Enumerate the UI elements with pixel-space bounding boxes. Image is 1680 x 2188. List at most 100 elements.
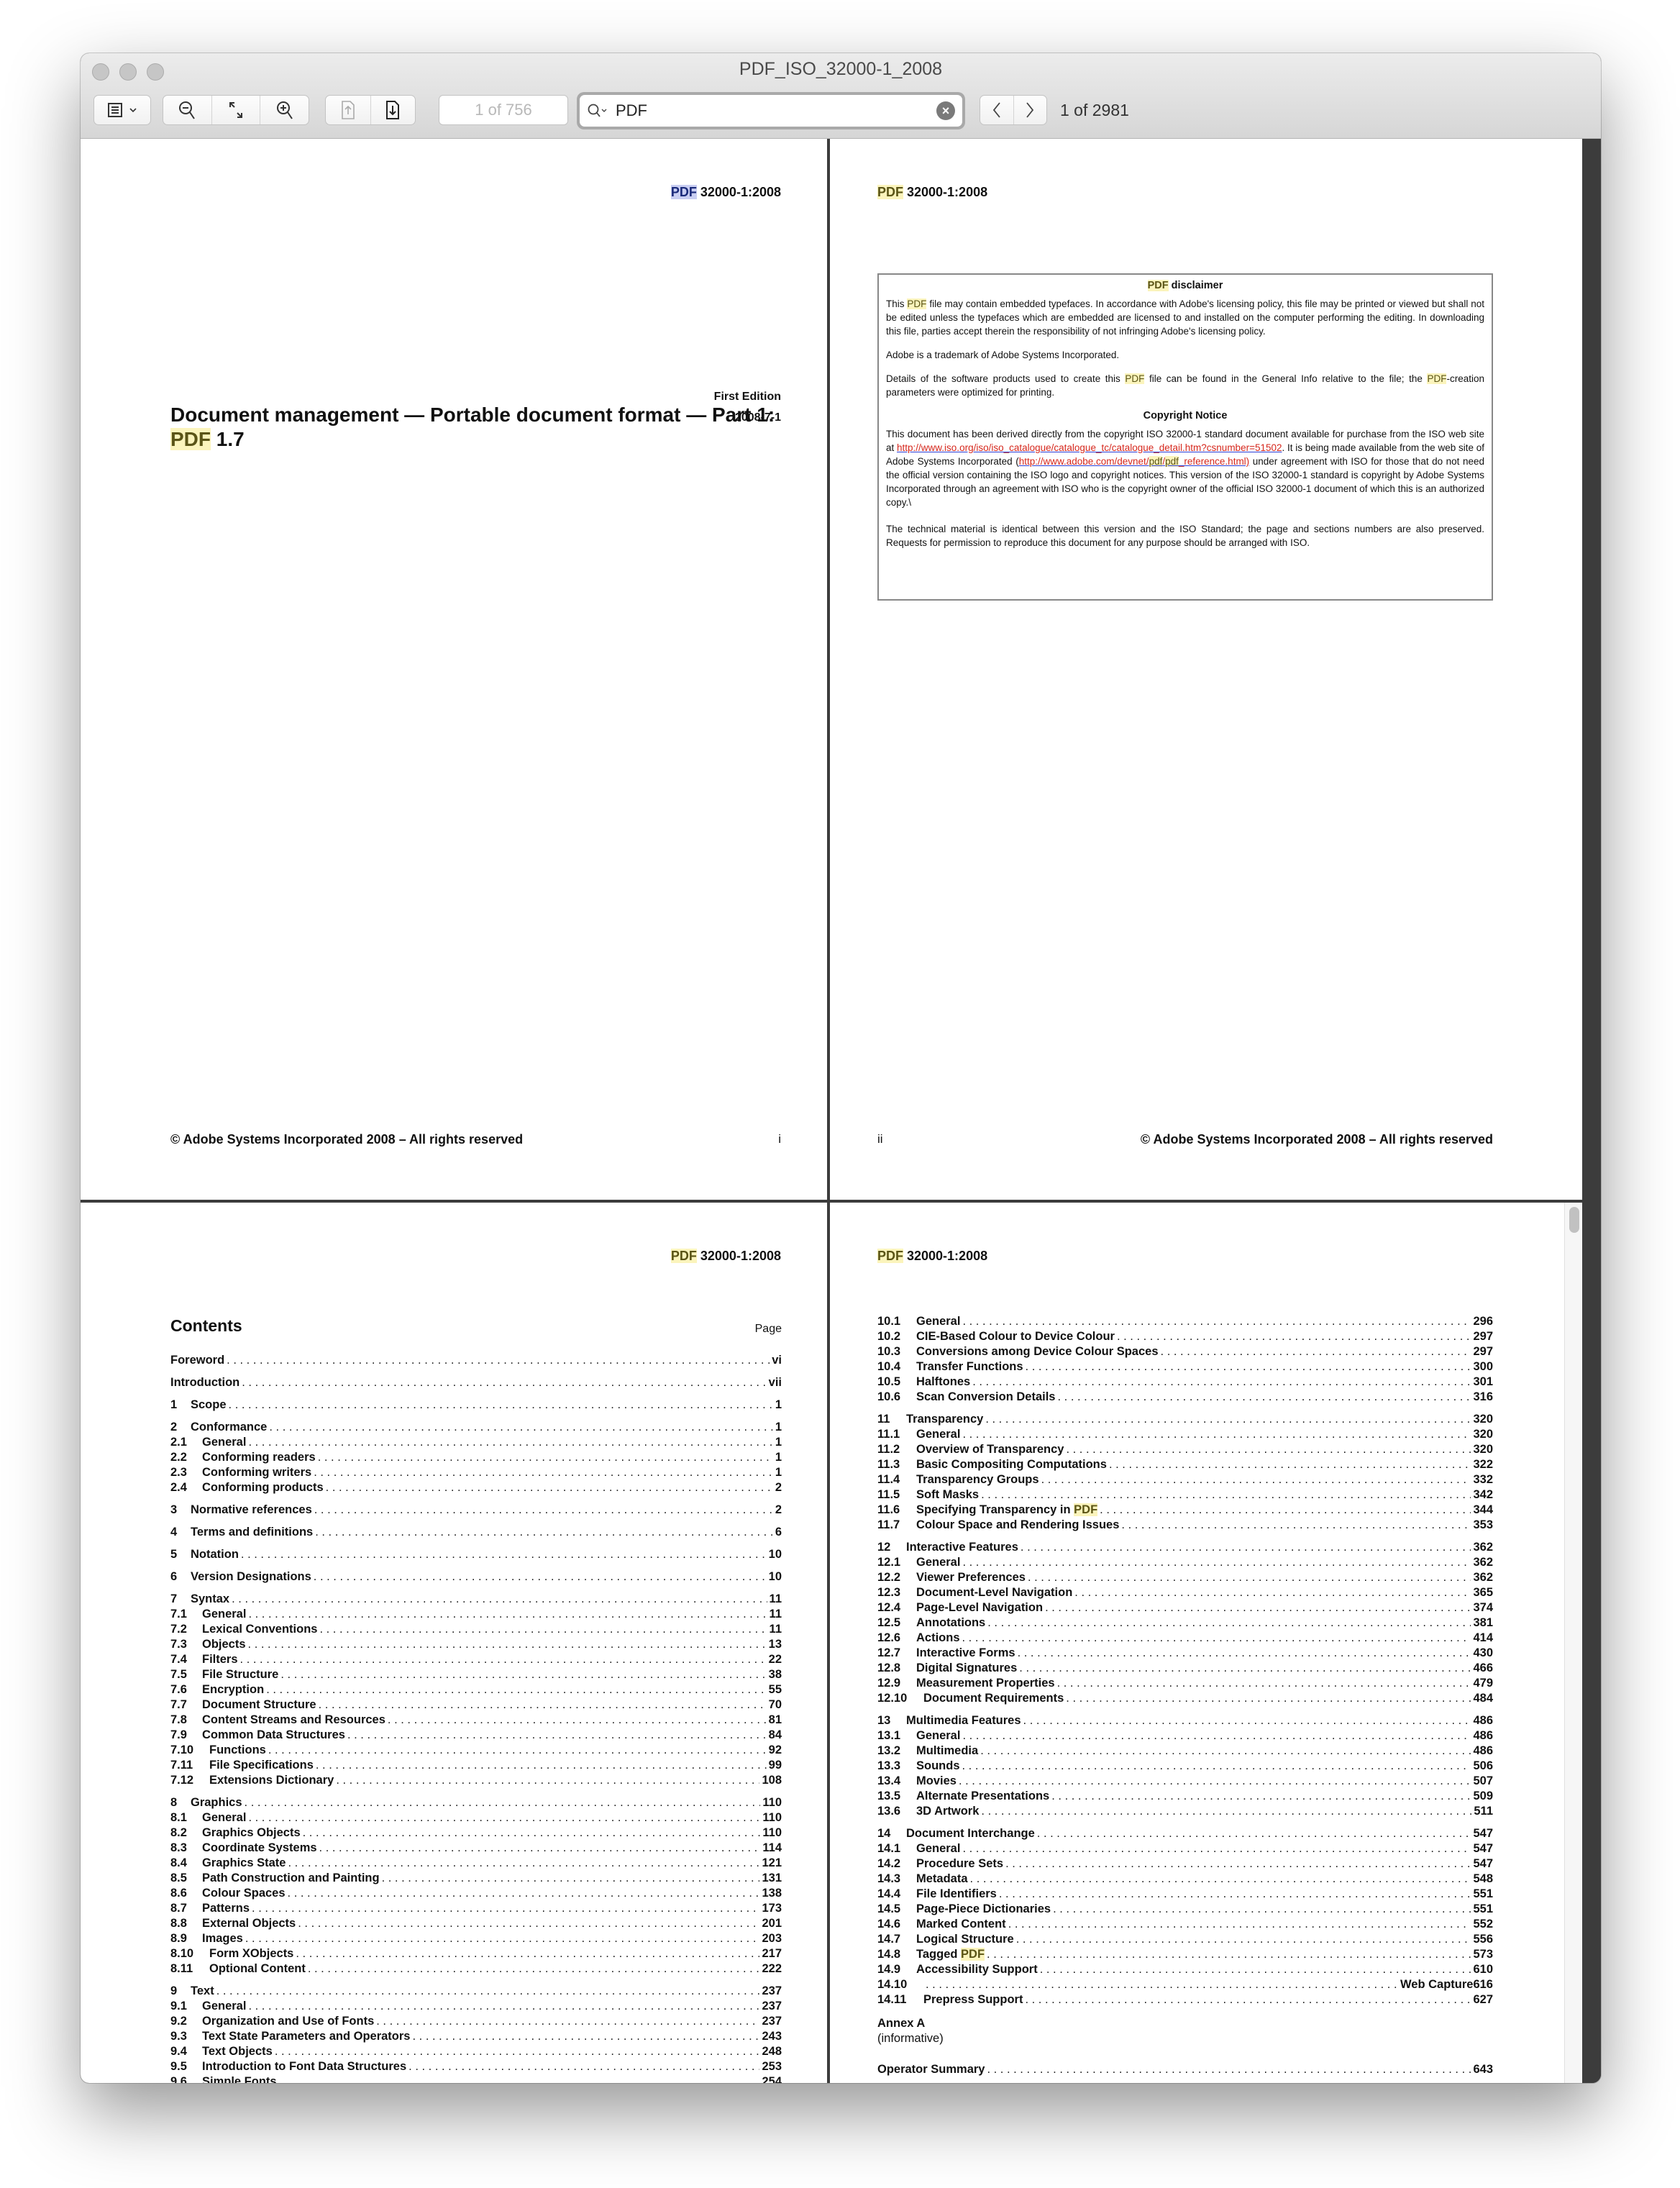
toc-entry[interactable]: 11.1 General 320 <box>877 1427 1493 1442</box>
toc-entry[interactable]: 12.9 Measurement Properties 479 <box>877 1676 1493 1691</box>
toc-entry[interactable]: 12.4 Page-Level Navigation 374 <box>877 1600 1493 1615</box>
toc-entry[interactable]: 8.10 Form XObjects 217 <box>170 1946 782 1961</box>
search-input[interactable] <box>614 101 936 121</box>
zoom-in-button[interactable] <box>260 96 309 124</box>
document-view[interactable]: PDF 32000-1:2008 First Edition 2008-7-1 … <box>81 139 1601 2083</box>
toc-entry[interactable]: 2.2 Conforming readers 1 <box>170 1450 782 1465</box>
toc-entry[interactable]: 2.4 Conforming products 2 <box>170 1480 782 1495</box>
toc-entry[interactable]: 10.3 Conversions among Device Colour Spac… <box>877 1344 1493 1359</box>
toc-entry[interactable]: 8.8 External Objects 201 <box>170 1916 782 1931</box>
toc-entry[interactable]: 13.3 Sounds 506 <box>877 1759 1493 1774</box>
toc-entry[interactable]: 12 Interactive Features 362 <box>877 1540 1493 1555</box>
toc-entry[interactable]: 8.6 Colour Spaces 138 <box>170 1886 782 1901</box>
toc-entry[interactable]: 4 Terms and definitions 6 <box>170 1525 782 1540</box>
toc-entry[interactable]: 7.7 Document Structure 70 <box>170 1697 782 1713</box>
toc-entry[interactable]: 14.3 Metadata 548 <box>877 1872 1493 1887</box>
toc-entry[interactable]: 8 Graphics 110 <box>170 1795 782 1810</box>
toc-entry[interactable]: 7.9 Common Data Structures 84 <box>170 1728 782 1743</box>
toc-entry[interactable]: 7.10 Functions 92 <box>170 1743 782 1758</box>
toc-entry[interactable]: 3 Normative references 2 <box>170 1503 782 1518</box>
toc-entry[interactable]: 8.7 Patterns 173 <box>170 1901 782 1916</box>
toc-entry[interactable]: 12.7 Interactive Forms 430 <box>877 1646 1493 1661</box>
toc-entry[interactable]: 14.8 Tagged PDF 573 <box>877 1947 1493 1962</box>
toc-entry[interactable]: 14.2 Procedure Sets 547 <box>877 1856 1493 1872</box>
toc-entry[interactable]: 11.7 Colour Space and Rendering Issues 353 <box>877 1518 1493 1533</box>
toc-entry[interactable]: 9.2 Organization and Use of Fonts 237 <box>170 2014 782 2029</box>
toc-entry[interactable]: 13.6 3D Artwork 511 <box>877 1804 1493 1819</box>
toc-entry[interactable]: 7.4 Filters 22 <box>170 1652 782 1667</box>
toc-entry[interactable]: 12.6 Actions 414 <box>877 1631 1493 1646</box>
toc-entry[interactable]: 14.4 File Identifiers 551 <box>877 1887 1493 1902</box>
toc-entry[interactable]: 11.4 Transparency Groups 332 <box>877 1472 1493 1487</box>
toc-entry[interactable]: 7.2 Lexical Conventions 11 <box>170 1622 782 1637</box>
toc-entry[interactable]: 7.11 File Specifications 99 <box>170 1758 782 1773</box>
clear-search-button[interactable]: × <box>936 101 955 120</box>
toc-entry[interactable]: 7.12 Extensions Dictionary 108 <box>170 1773 782 1788</box>
toc-entry[interactable]: 12.5 Annotations 381 <box>877 1615 1493 1631</box>
toc-entry-operator-summary[interactable]: Operator Summary643 <box>877 2062 1493 2077</box>
toc-entry[interactable]: 13 Multimedia Features 486 <box>877 1713 1493 1728</box>
toc-entry[interactable]: 10.6 Scan Conversion Details 316 <box>877 1390 1493 1405</box>
adobe-link[interactable]: http://www.adobe.com/devnet/pdf/pdf_refe… <box>1019 456 1249 467</box>
toc-entry[interactable]: 14.1 General 547 <box>877 1841 1493 1856</box>
vertical-scrollbar[interactable] <box>1564 1203 1582 2083</box>
toc-entry[interactable]: 7.3 Objects 13 <box>170 1637 782 1652</box>
toc-entry[interactable]: 9.3 Text State Parameters and Operators 24… <box>170 2029 782 2044</box>
toc-entry[interactable]: 14.5 Page-Piece Dictionaries 551 <box>877 1902 1493 1917</box>
toc-entry[interactable]: 13.1 General 486 <box>877 1728 1493 1743</box>
toc-entry[interactable]: 11.3 Basic Compositing Computations 322 <box>877 1457 1493 1472</box>
toc-entry[interactable]: 12.10 Document Requirements 484 <box>877 1691 1493 1706</box>
toc-entry[interactable]: 6 Version Designations 10 <box>170 1569 782 1585</box>
previous-page-button[interactable] <box>326 96 371 124</box>
toc-entry[interactable]: 10.5 Halftones 301 <box>877 1375 1493 1390</box>
toc-entry[interactable]: 11.5 Soft Masks 342 <box>877 1487 1493 1503</box>
next-page-button[interactable] <box>371 96 416 124</box>
toc-entry[interactable]: 14.6 Marked Content 552 <box>877 1917 1493 1932</box>
toc-entry[interactable]: 10.4 Transfer Functions 300 <box>877 1359 1493 1375</box>
toc-entry[interactable]: 13.2 Multimedia 486 <box>877 1743 1493 1759</box>
toc-entry[interactable]: 12.2 Viewer Preferences 362 <box>877 1570 1493 1585</box>
toc-entry[interactable]: 7.8 Content Streams and Resources 81 <box>170 1713 782 1728</box>
zoom-out-button[interactable] <box>163 96 212 124</box>
toc-entry[interactable]: Foreword vi <box>170 1353 782 1368</box>
search-icon[interactable] <box>587 103 608 119</box>
toc-entry[interactable]: 8.2 Graphics Objects 110 <box>170 1825 782 1841</box>
toc-entry[interactable]: 8.11 Optional Content 222 <box>170 1961 782 1977</box>
toc-entry[interactable]: 2.1 General 1 <box>170 1435 782 1450</box>
toc-entry[interactable]: 9.1 General 237 <box>170 1999 782 2014</box>
toc-entry[interactable]: 8.9 Images 203 <box>170 1931 782 1946</box>
sidebar-view-button[interactable] <box>93 95 151 125</box>
toc-entry[interactable]: 13.5 Alternate Presentations 509 <box>877 1789 1493 1804</box>
toc-entry[interactable]: 14.11 Prepress Support 627 <box>877 1992 1493 2007</box>
toc-entry[interactable]: 7.5 File Structure 38 <box>170 1667 782 1682</box>
toc-entry[interactable]: 7.6 Encryption 55 <box>170 1682 782 1697</box>
toc-entry[interactable]: 14.10 Web Capture616 <box>877 1977 1493 1992</box>
toc-entry[interactable]: 5 Notation 10 <box>170 1547 782 1562</box>
toc-entry[interactable]: 14 Document Interchange 547 <box>877 1826 1493 1841</box>
toc-entry[interactable]: 2 Conformance 1 <box>170 1420 782 1435</box>
toc-entry[interactable]: 9.6 Simple Fonts 254 <box>170 2074 782 2083</box>
toc-entry[interactable]: 12.8 Digital Signatures 466 <box>877 1661 1493 1676</box>
toc-entry[interactable]: 11 Transparency 320 <box>877 1412 1493 1427</box>
toc-entry[interactable]: 7.1 General 11 <box>170 1607 782 1622</box>
next-match-button[interactable] <box>1014 96 1047 124</box>
toc-entry[interactable]: 8.5 Path Construction and Painting 131 <box>170 1871 782 1886</box>
toc-entry[interactable]: 8.3 Coordinate Systems 114 <box>170 1841 782 1856</box>
toc-entry[interactable]: 9 Text 237 <box>170 1984 782 1999</box>
toc-entry[interactable]: 1 Scope 1 <box>170 1398 782 1413</box>
toc-entry[interactable]: 8.4 Graphics State 121 <box>170 1856 782 1871</box>
toc-entry[interactable]: 10.2 CIE-Based Colour to Device Colour 297 <box>877 1329 1493 1344</box>
toc-entry[interactable]: Introduction vii <box>170 1375 782 1390</box>
scrollbar-thumb[interactable] <box>1569 1207 1579 1233</box>
toc-entry[interactable]: 7 Syntax 11 <box>170 1592 782 1607</box>
toc-entry[interactable]: 12.1 General 362 <box>877 1555 1493 1570</box>
toc-entry[interactable]: 9.5 Introduction to Font Data Structures 2… <box>170 2059 782 2074</box>
toc-entry[interactable]: 9.4 Text Objects 248 <box>170 2044 782 2059</box>
toc-entry[interactable]: 14.7 Logical Structure 556 <box>877 1932 1493 1947</box>
toc-entry[interactable]: 8.1 General 110 <box>170 1810 782 1825</box>
toc-entry[interactable]: 13.4 Movies 507 <box>877 1774 1493 1789</box>
fit-to-window-button[interactable] <box>212 96 261 124</box>
toc-entry[interactable]: 14.9 Accessibility Support 610 <box>877 1962 1493 1977</box>
page-number-field[interactable]: 1 of 756 <box>439 95 568 125</box>
toc-entry[interactable]: 10.1 General 296 <box>877 1314 1493 1329</box>
